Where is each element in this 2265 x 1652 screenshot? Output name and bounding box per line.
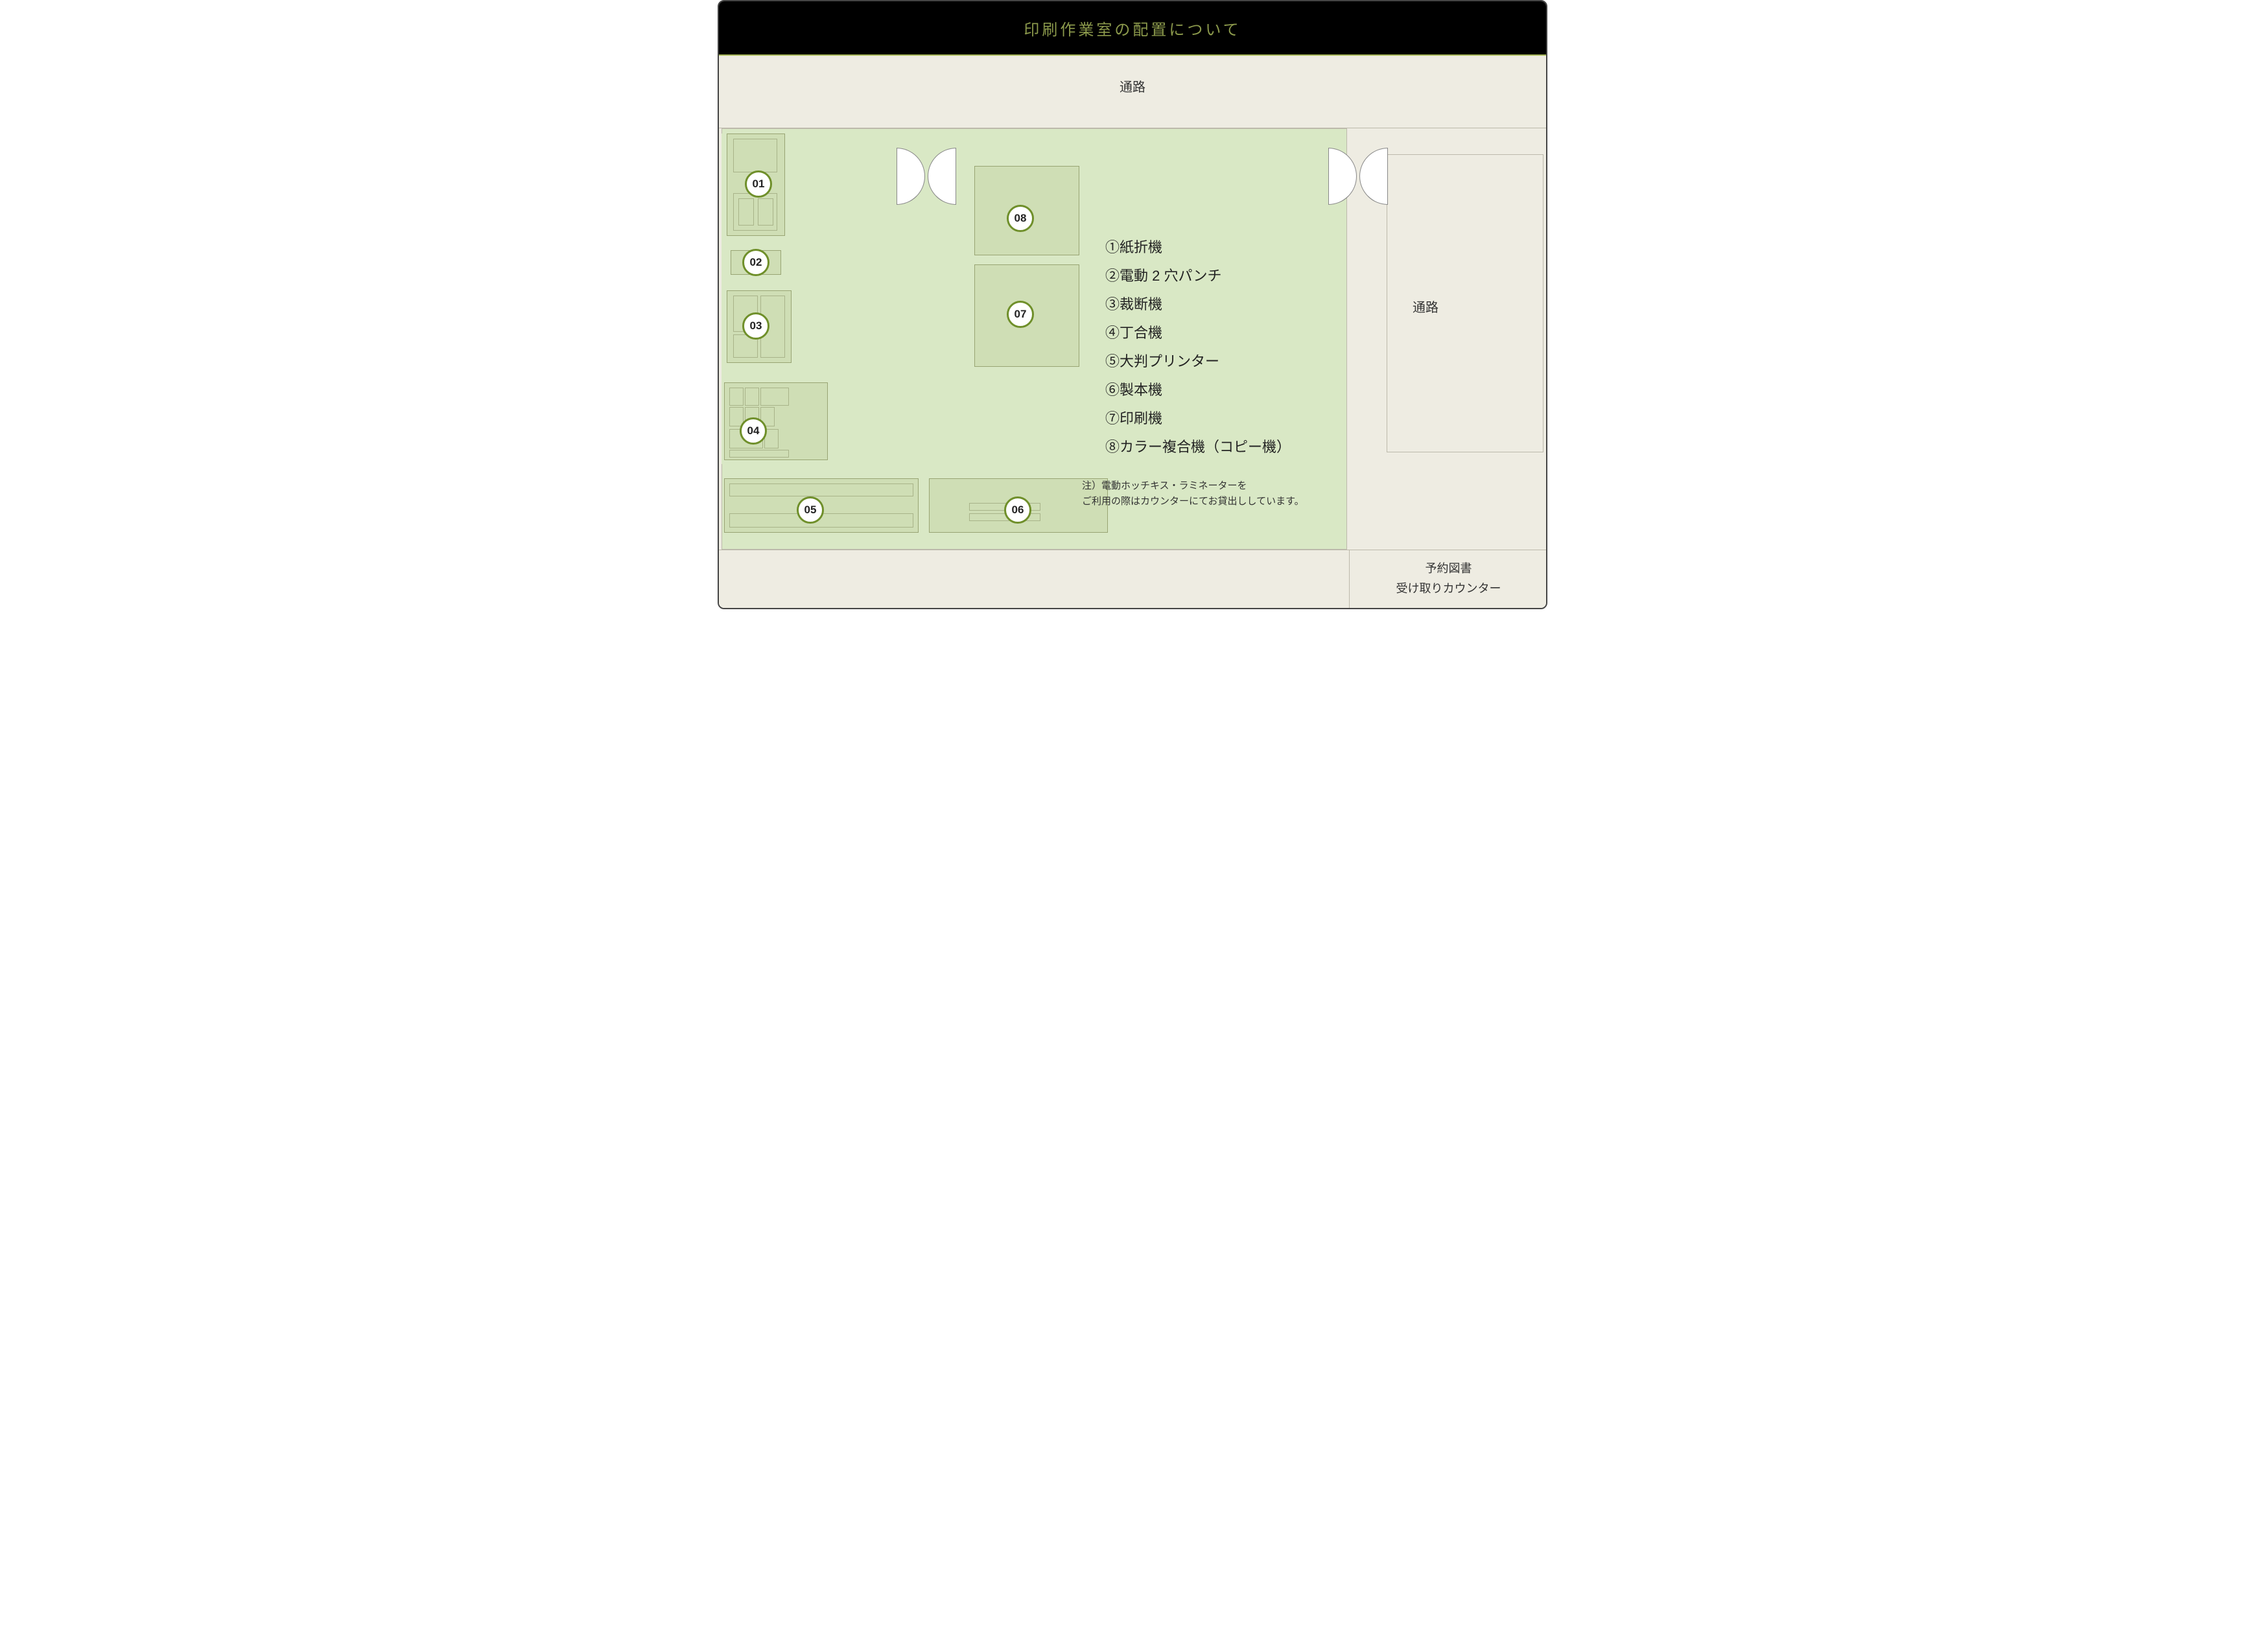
legend-item: ②電動 2 穴パンチ (1105, 262, 1291, 290)
equipment-block (729, 450, 789, 458)
corridor-right-label: 通路 (1413, 297, 1438, 316)
corridor-top-label: 通路 (1120, 80, 1145, 95)
reserved-counter: 予約図書 受け取りカウンター (1349, 550, 1547, 608)
marker-03: 03 (742, 312, 769, 340)
corridor-top: 通路 (719, 57, 1546, 128)
legend-item: ⑧カラー複合機（コピー機） (1105, 433, 1291, 461)
equipment-block (745, 388, 759, 406)
legend-note: 注）電動ホッチキス・ラミネーターを ご利用の際はカウンターにてお貸出ししています… (1082, 478, 1304, 509)
floorplan-stage: 通路 通路 予約図書 受け取りカウンター 01 02 (719, 57, 1546, 608)
reserved-counter-line1: 予約図書 (1426, 562, 1472, 575)
marker-01: 01 (745, 170, 772, 198)
equipment-block (729, 483, 913, 496)
reserved-counter-line2: 受け取りカウンター (1396, 582, 1501, 595)
diagram-frame: 印刷作業室の配置について 通路 通路 予約図書 受け取りカウンター 01 (718, 0, 1547, 609)
equipment-block (733, 139, 777, 172)
marker-08: 08 (1007, 205, 1034, 232)
page-title: 印刷作業室の配置について (1024, 17, 1241, 40)
marker-02: 02 (742, 249, 769, 276)
legend-item: ③裁断機 (1105, 290, 1291, 319)
legend-item: ①紙折機 (1105, 233, 1291, 262)
equipment-block (738, 198, 754, 226)
equipment-block (758, 198, 773, 226)
legend-item: ⑦印刷機 (1105, 404, 1291, 433)
marker-06: 06 (1004, 496, 1031, 524)
equipment-block (722, 134, 724, 464)
legend-note-line1: 注）電動ホッチキス・ラミネーターを (1082, 480, 1247, 491)
legend: ①紙折機 ②電動 2 穴パンチ ③裁断機 ④丁合機 ⑤大判プリンター ⑥製本機 … (1105, 233, 1291, 461)
marker-07: 07 (1007, 301, 1034, 328)
equipment-block (729, 388, 744, 406)
legend-note-line2: ご利用の際はカウンターにてお貸出ししています。 (1082, 496, 1304, 507)
corridor-right-box (1387, 154, 1543, 452)
marker-04: 04 (740, 417, 767, 445)
title-bar: 印刷作業室の配置について (719, 1, 1546, 56)
marker-05: 05 (797, 496, 824, 524)
legend-item: ⑥製本機 (1105, 376, 1291, 404)
legend-item: ⑤大判プリンター (1105, 347, 1291, 376)
equipment-block (760, 388, 789, 406)
legend-item: ④丁合機 (1105, 319, 1291, 347)
